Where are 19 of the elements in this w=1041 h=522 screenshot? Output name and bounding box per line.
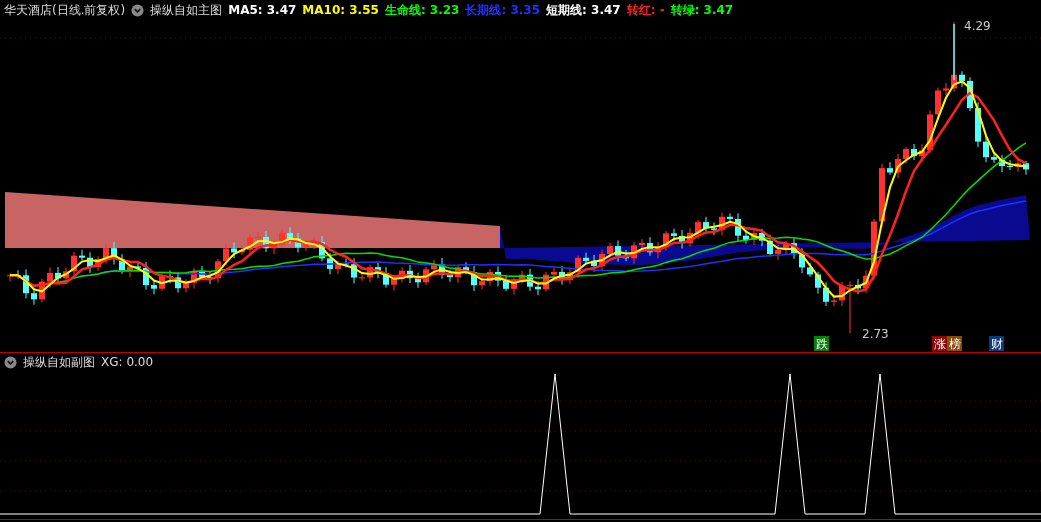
collapse-icon[interactable]: [4, 355, 17, 369]
signal-badge: 财: [989, 336, 1004, 351]
indicator-value: MA10: 3.55: [302, 3, 379, 17]
high-price-label: 4.29: [964, 20, 991, 33]
indicator-value: 长期线: 3.35: [465, 1, 541, 19]
signal-badge: 涨: [932, 336, 947, 351]
indicator-name: 操纵自如副图: [23, 353, 95, 371]
collapse-icon[interactable]: [131, 3, 145, 17]
indicator-value: 短期线: 3.47: [546, 1, 621, 19]
low-price-label: 2.73: [862, 327, 889, 341]
indicator-value: 转绿: 3.47: [670, 1, 734, 19]
signal-badge: 跌: [814, 336, 829, 351]
indicator-value: 转红: -: [626, 1, 665, 19]
indicator-value: MA5: 3.47: [228, 3, 297, 17]
signal-badge: 榜: [947, 336, 962, 351]
indicator-name: 操纵自如主图: [150, 1, 223, 19]
stock-title: 华天酒店(日线.前复权): [4, 1, 126, 19]
indicator-value: XG: 0.00: [101, 355, 154, 369]
indicator-value: 生命线: 3.23: [384, 1, 460, 19]
